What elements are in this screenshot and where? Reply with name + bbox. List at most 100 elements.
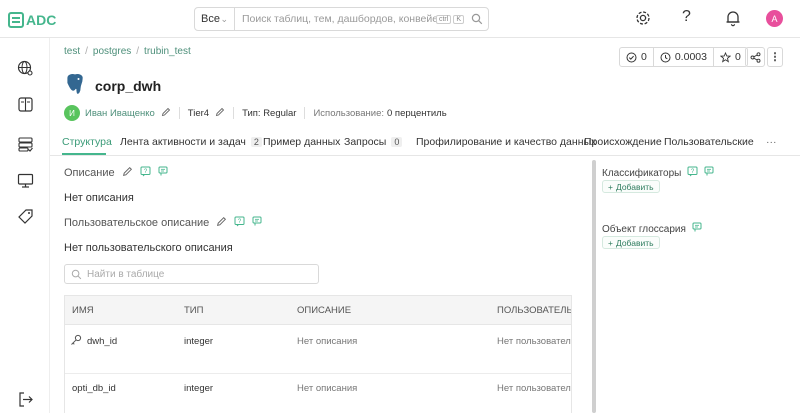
owner-name[interactable]: Иван Иващенко [85, 108, 155, 119]
meta-divider [304, 107, 306, 119]
tabs-more-button[interactable]: ··· [766, 136, 777, 148]
edit-description-pencil-icon[interactable] [122, 166, 133, 180]
tasks-count: 0 [641, 51, 647, 63]
tabs: Структура Лента активности и задач 2 При… [50, 130, 800, 156]
owner-avatar[interactable]: И [64, 105, 80, 121]
tab-label: Структура [62, 136, 112, 148]
tags-conversation-icon[interactable] [704, 166, 716, 180]
tier-value: Tier4 [187, 107, 210, 119]
glossary-book-icon[interactable] [17, 96, 34, 113]
edit-custom-description-pencil-icon[interactable] [216, 216, 227, 230]
classifiers-header: Классификаторы ? [602, 166, 716, 180]
breadcrumb-item-schema[interactable]: trubin_test [144, 46, 191, 57]
kebab-menu-icon: ⋮ [769, 51, 781, 63]
request-tags-icon[interactable]: ? [687, 166, 698, 180]
side-nav [0, 38, 50, 413]
add-classifier-button[interactable]: + Добавить [602, 180, 660, 193]
search-scope-select[interactable]: Все ⌄ [195, 8, 235, 30]
columns-table: ИМЯ ТИП ОПИСАНИЕ ПОЛЬЗОВАТЕЛЬ dwh_id int… [64, 295, 572, 413]
usage-value: 0 перцентиль [387, 107, 447, 119]
entity-actions: 0 0.0003 0 [619, 47, 748, 67]
column-name[interactable]: opti_db_id [72, 383, 116, 394]
breadcrumb: test / postgres / trubin_test [64, 46, 191, 57]
shortcut-ctrl-key: ctrl [435, 14, 452, 24]
logo-text: ADC [26, 12, 57, 28]
star-button[interactable]: 0 [713, 47, 748, 67]
column-custom-description: Нет пользовател [497, 383, 571, 394]
search-scope-value: Все [201, 13, 220, 25]
breadcrumb-item-service[interactable]: test [64, 46, 80, 57]
description-label: Описание [64, 167, 115, 179]
notifications-bell-icon[interactable] [725, 9, 741, 30]
type-value: Тип: Regular [242, 107, 297, 119]
add-glossary-label: Добавить [615, 237, 654, 248]
tab-activity-feed[interactable]: Лента активности и задач 2 [120, 136, 262, 148]
column-name[interactable]: dwh_id [87, 336, 117, 347]
column-header-name[interactable]: ИМЯ [72, 305, 94, 316]
column-description: Нет описания [297, 383, 358, 394]
more-menu-button[interactable]: ⋮ [767, 47, 783, 67]
column-description: Нет описания [297, 336, 358, 347]
version-value: 0.0003 [674, 51, 707, 63]
explore-globe-icon[interactable] [17, 60, 34, 77]
tab-structure[interactable]: Структура [62, 136, 112, 148]
logout-icon[interactable] [17, 391, 34, 408]
breadcrumb-item-database[interactable]: postgres [93, 46, 131, 57]
search-icon[interactable] [466, 13, 488, 25]
column-header-custom[interactable]: ПОЛЬЗОВАТЕЛЬ [497, 305, 571, 316]
table-search-input[interactable]: Найти в таблице [64, 264, 319, 284]
column-header-description[interactable]: ОПИСАНИЕ [297, 305, 351, 316]
custom-description-value: Нет пользовательского описания [64, 242, 233, 254]
tab-label: Лента активности и задач [120, 136, 246, 148]
help-icon[interactable]: ? [682, 8, 691, 26]
tasks-button[interactable]: 0 [619, 47, 654, 67]
task-check-icon [626, 52, 637, 62]
edit-owner-pencil-icon[interactable] [161, 107, 171, 120]
entity-title: corp_dwh [95, 78, 162, 94]
column-type: integer [184, 383, 214, 394]
tab-custom-properties[interactable]: Пользовательские атр [664, 136, 756, 148]
search-icon [71, 269, 82, 279]
custom-description-label: Пользовательское описание [64, 217, 210, 229]
version-button[interactable]: 0.0003 [653, 47, 714, 67]
tab-count-badge: 2 [250, 137, 262, 147]
breadcrumb-separator: / [136, 46, 140, 57]
description-conversation-icon[interactable] [158, 166, 170, 180]
stars-count: 0 [734, 51, 741, 63]
table-header: ИМЯ ТИП ОПИСАНИЕ ПОЛЬЗОВАТЕЛЬ [65, 296, 571, 325]
chevron-down-icon: ⌄ [220, 13, 228, 24]
share-icon [750, 51, 760, 63]
request-description-icon[interactable]: ? [140, 166, 151, 180]
row-divider [65, 373, 571, 374]
search-input[interactable]: Поиск таблиц, тем, дашбордов, конвейеров… [235, 13, 436, 25]
tab-sample-data[interactable]: Пример данных [263, 136, 340, 148]
content-scrollbar[interactable] [592, 160, 596, 413]
star-icon [719, 51, 731, 63]
settings-gear-icon[interactable] [634, 9, 652, 30]
meta-divider [233, 107, 235, 119]
description-value: Нет описания [64, 192, 134, 204]
tab-lineage[interactable]: Происхождение [584, 136, 662, 148]
tab-label: Пользовательские атр [664, 136, 756, 148]
custom-description-header: Пользовательское описание ? [64, 216, 264, 230]
monitor-icon[interactable] [17, 172, 34, 189]
edit-tier-pencil-icon[interactable] [215, 107, 225, 120]
column-custom-description: Нет пользовател [497, 336, 571, 347]
glossary-conversation-icon[interactable] [692, 222, 704, 236]
tab-profiler[interactable]: Профилирование и качество данных [416, 136, 596, 148]
add-glossary-term-button[interactable]: + Добавить [602, 236, 660, 249]
share-button[interactable] [745, 47, 765, 67]
request-custom-description-icon[interactable]: ? [234, 216, 245, 230]
data-quality-icon[interactable] [17, 136, 34, 153]
custom-description-conversation-icon[interactable] [252, 216, 264, 230]
tab-queries[interactable]: Запросы 0 [344, 136, 403, 148]
postgres-elephant-icon [66, 73, 84, 95]
tag-icon[interactable] [17, 208, 34, 225]
meta-divider [178, 107, 180, 119]
column-header-type[interactable]: ТИП [184, 305, 203, 316]
plus-icon: + [608, 237, 613, 248]
user-avatar[interactable]: A [766, 10, 783, 27]
tab-label: Происхождение [584, 136, 662, 148]
plus-icon: + [608, 181, 613, 192]
app-logo[interactable]: ADC [8, 9, 56, 31]
